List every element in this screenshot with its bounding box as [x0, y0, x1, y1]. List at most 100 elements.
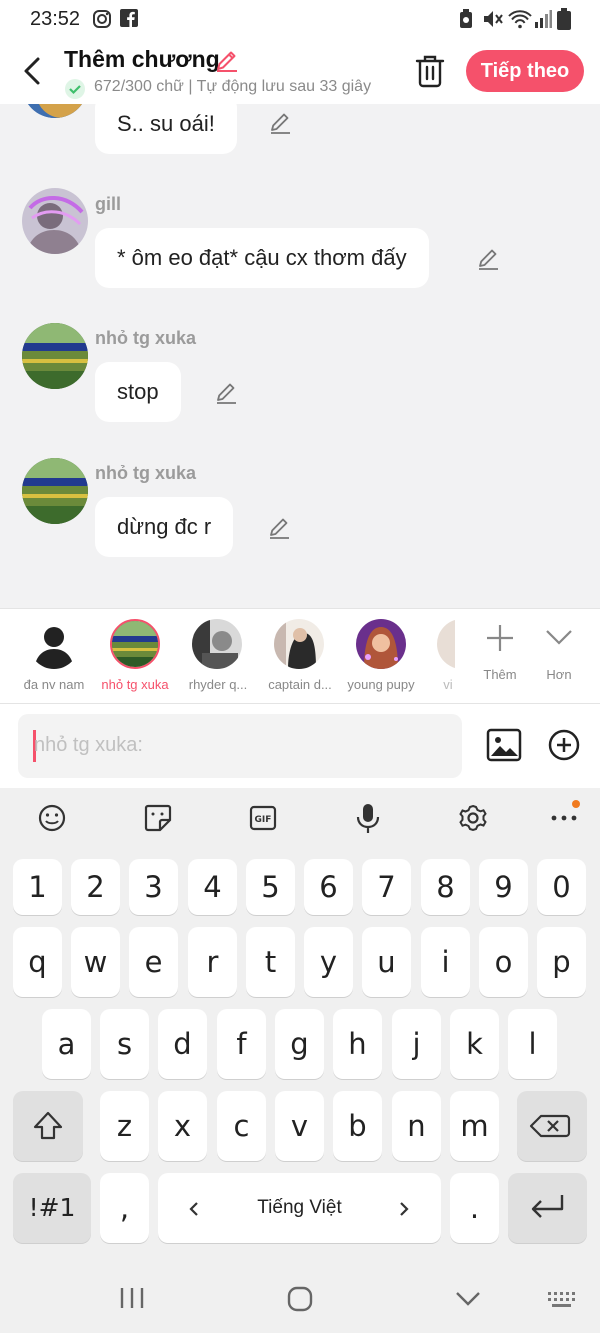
key-1[interactable]: 1	[13, 859, 62, 915]
avatar[interactable]	[22, 104, 88, 118]
facebook-icon	[120, 9, 138, 27]
next-button[interactable]: Tiếp theo	[466, 50, 584, 92]
key-h[interactable]: h	[333, 1009, 382, 1079]
avatar[interactable]	[22, 188, 88, 254]
avatar[interactable]	[22, 458, 88, 524]
key-i[interactable]: i	[421, 927, 470, 997]
message-bubble[interactable]: S.. su oái!	[95, 104, 237, 154]
avatar[interactable]	[192, 619, 242, 669]
key-g[interactable]: g	[275, 1009, 324, 1079]
key-s[interactable]: s	[100, 1009, 149, 1079]
key-a[interactable]: a	[42, 1009, 91, 1079]
edit-message-icon[interactable]	[268, 110, 294, 136]
symbols-key[interactable]: !#1	[13, 1173, 91, 1243]
key-u[interactable]: u	[362, 927, 411, 997]
message-input[interactable]: nhỏ tg xuka:	[18, 714, 462, 778]
key-d[interactable]: d	[158, 1009, 207, 1079]
settings-gear-icon[interactable]	[453, 798, 493, 838]
message-bubble[interactable]: * ôm eo đạt* cậu cx thơm đấy	[95, 228, 429, 288]
edit-title-icon[interactable]	[214, 47, 240, 73]
chevron-down-icon[interactable]	[545, 627, 573, 647]
trash-icon[interactable]	[414, 54, 446, 88]
chat-area[interactable]: S.. su oái! gill * ôm eo đạt* cậu cx thơ…	[0, 104, 600, 608]
gif-icon[interactable]: GIF	[243, 798, 283, 838]
microphone-icon[interactable]	[348, 798, 388, 838]
key-e[interactable]: e	[129, 927, 178, 997]
message-bubble[interactable]: dừng đc r	[95, 497, 234, 557]
key-7[interactable]: 7	[362, 859, 411, 915]
key-f[interactable]: f	[217, 1009, 266, 1079]
battery-saver-icon	[460, 9, 472, 28]
avatar	[29, 619, 79, 669]
back-arrow-icon[interactable]	[18, 54, 48, 88]
avatar[interactable]	[437, 619, 455, 669]
message-bubble[interactable]: stop	[95, 362, 181, 422]
add-character-label[interactable]: Thêm	[478, 667, 522, 682]
emoji-icon[interactable]	[32, 798, 72, 838]
sticker-icon[interactable]	[138, 798, 178, 838]
plus-icon[interactable]	[485, 623, 515, 653]
svg-text:GIF: GIF	[255, 815, 272, 825]
key-q[interactable]: q	[13, 927, 62, 997]
keyboard: GIF 1 2 3 4 5 6 7 8 9 0 q w e r t y u i …	[0, 788, 600, 1333]
edit-message-icon[interactable]	[214, 380, 240, 406]
key-0[interactable]: 0	[537, 859, 586, 915]
key-3[interactable]: 3	[129, 859, 178, 915]
key-2[interactable]: 2	[71, 859, 120, 915]
key-t[interactable]: t	[246, 927, 295, 997]
instagram-icon	[93, 10, 111, 28]
key-5[interactable]: 5	[246, 859, 295, 915]
enter-icon	[531, 1195, 564, 1218]
status-time: 23:52	[30, 8, 81, 30]
avatar[interactable]	[274, 619, 324, 669]
key-8[interactable]: 8	[421, 859, 470, 915]
composer: nhỏ tg xuka:	[0, 704, 600, 788]
key-r[interactable]: r	[188, 927, 237, 997]
chevron-right-icon	[400, 1202, 409, 1216]
key-v[interactable]: v	[275, 1091, 324, 1161]
editor-header: Thêm chương 672/300 chữ | Tự động lưu sa…	[0, 38, 600, 104]
avatar-selected[interactable]	[110, 619, 160, 669]
key-k[interactable]: k	[450, 1009, 499, 1079]
key-4[interactable]: 4	[188, 859, 237, 915]
more-options-icon[interactable]	[544, 798, 584, 838]
avatar[interactable]	[22, 323, 88, 389]
home-icon[interactable]	[286, 1286, 314, 1312]
recent-apps-icon[interactable]	[118, 1286, 146, 1310]
backspace-key[interactable]	[517, 1091, 587, 1161]
key-x[interactable]: x	[158, 1091, 207, 1161]
hide-keyboard-icon[interactable]	[454, 1290, 482, 1308]
shift-icon	[33, 1111, 63, 1140]
key-6[interactable]: 6	[304, 859, 353, 915]
shift-key[interactable]	[13, 1091, 83, 1161]
key-9[interactable]: 9	[479, 859, 528, 915]
comma-key[interactable]: ,	[100, 1173, 149, 1243]
key-j[interactable]: j	[392, 1009, 441, 1079]
key-z[interactable]: z	[100, 1091, 149, 1161]
key-w[interactable]: w	[71, 927, 120, 997]
edit-message-icon[interactable]	[267, 515, 293, 541]
wifi-icon	[508, 10, 532, 29]
avatar[interactable]	[356, 619, 406, 669]
period-key[interactable]: .	[450, 1173, 499, 1243]
more-label[interactable]: Hơn	[538, 667, 580, 682]
add-circle-icon[interactable]	[548, 729, 580, 761]
key-n[interactable]: n	[392, 1091, 441, 1161]
space-key[interactable]: Tiếng Việt	[158, 1173, 441, 1243]
message-sender: nhỏ tg xuka	[95, 328, 197, 348]
input-placeholder: nhỏ tg xuka:	[34, 734, 143, 756]
keyboard-switch-icon[interactable]	[546, 1290, 576, 1310]
key-p[interactable]: p	[537, 927, 586, 997]
enter-key[interactable]	[508, 1173, 587, 1243]
key-b[interactable]: b	[333, 1091, 382, 1161]
message-sender: nhỏ tg xuka	[95, 463, 197, 483]
system-nav-bar	[0, 1262, 600, 1333]
key-l[interactable]: l	[508, 1009, 557, 1079]
key-c[interactable]: c	[217, 1091, 266, 1161]
edit-message-icon[interactable]	[476, 246, 502, 272]
backspace-icon	[529, 1114, 571, 1138]
image-icon[interactable]	[486, 728, 522, 762]
key-m[interactable]: m	[450, 1091, 499, 1161]
key-o[interactable]: o	[479, 927, 528, 997]
key-y[interactable]: y	[304, 927, 353, 997]
